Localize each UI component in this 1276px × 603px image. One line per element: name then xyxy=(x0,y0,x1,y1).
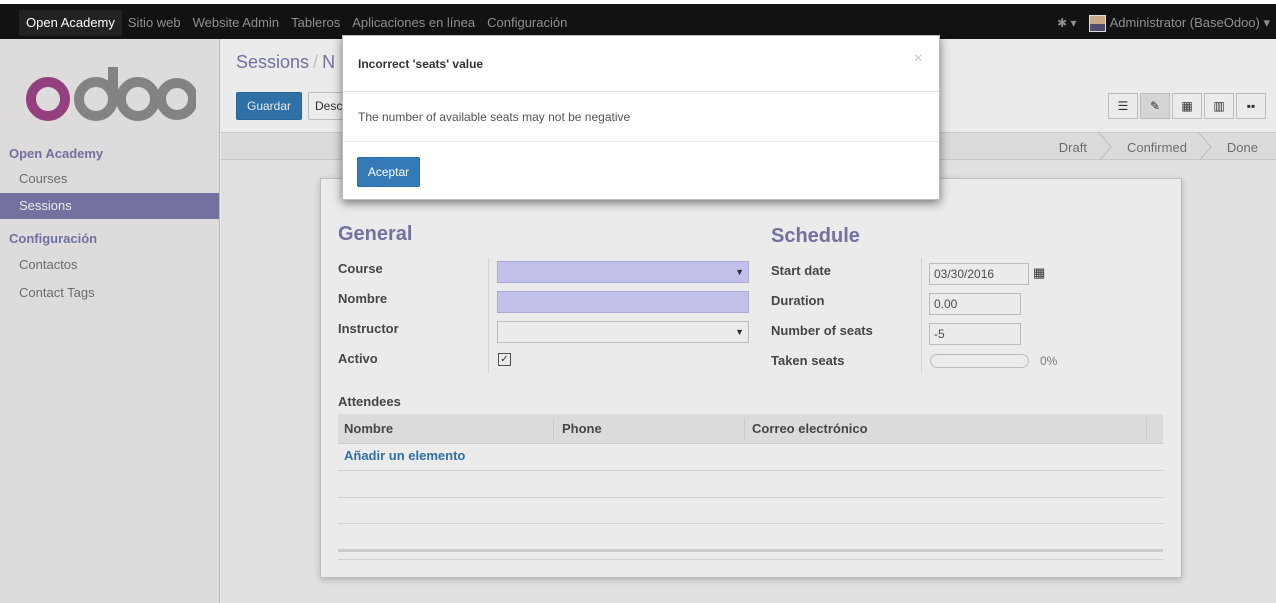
user-area: ✱ ▾ Administrator (BaseOdoo) ▾ xyxy=(1057,10,1270,36)
error-dialog: Incorrect 'seats' value × The number of … xyxy=(342,35,940,200)
user-name: Administrator (BaseOdoo) xyxy=(1109,15,1260,30)
bug-icon[interactable]: ✱ ▾ xyxy=(1057,16,1076,30)
avatar[interactable] xyxy=(1088,14,1106,32)
accept-button[interactable]: Aceptar xyxy=(357,157,420,187)
dialog-title: Incorrect 'seats' value xyxy=(358,57,484,71)
menu-online-apps[interactable]: Aplicaciones en línea xyxy=(346,10,481,36)
menu-settings[interactable]: Configuración xyxy=(481,10,573,36)
divider xyxy=(343,91,939,92)
top-menu: Open Academy Sitio web Website Admin Tab… xyxy=(19,10,573,36)
divider xyxy=(343,141,939,142)
menu-open-academy[interactable]: Open Academy xyxy=(19,10,122,36)
close-icon[interactable]: × xyxy=(914,50,923,68)
dialog-message: The number of available seats may not be… xyxy=(358,110,631,124)
top-navbar: Open Academy Sitio web Website Admin Tab… xyxy=(0,0,1276,39)
menu-dashboards[interactable]: Tableros xyxy=(285,10,346,36)
menu-website[interactable]: Sitio web xyxy=(122,10,187,36)
menu-website-admin[interactable]: Website Admin xyxy=(187,10,285,36)
user-menu[interactable]: Administrator (BaseOdoo) ▾ xyxy=(1110,15,1270,31)
